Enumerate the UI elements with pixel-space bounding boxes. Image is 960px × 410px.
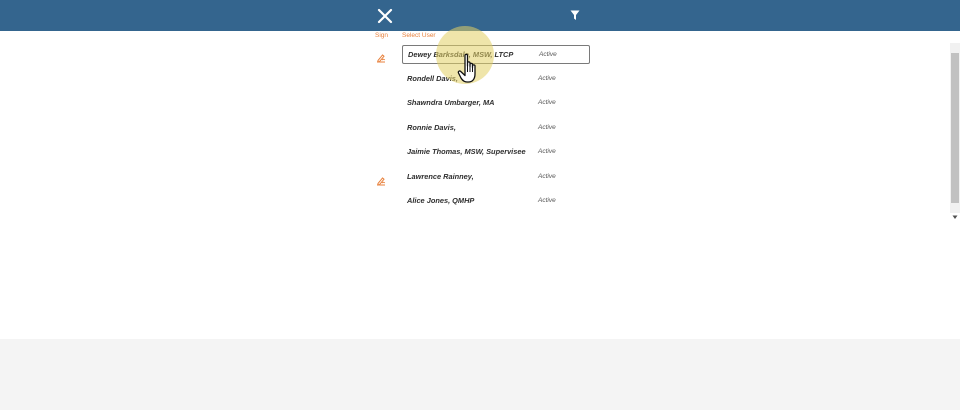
user-status: Active [538,148,556,155]
user-status: Active [539,51,557,58]
user-status: Active [538,197,556,204]
user-list: Dewey Barksdale, MSW, LTCP Active Rondel… [0,43,950,213]
user-name: Jaimie Thomas, MSW, Supervisee [407,147,526,156]
user-status: Active [538,172,556,180]
scroll-thumb[interactable] [951,53,959,203]
footer-area [0,339,960,410]
signature-icon [376,50,386,63]
user-name: Shawndra Umbarger, MA [407,98,495,107]
user-row[interactable]: Rondell Davis, Active [402,70,590,89]
user-row[interactable]: Ronnie Davis, Active [402,119,590,138]
user-row[interactable]: Shawndra Umbarger, MA Active [402,94,590,113]
user-name: Dewey Barksdale, MSW, LTCP [408,50,514,59]
user-name: Ronnie Davis, [407,122,456,132]
user-name: Alice Jones, QMHP [407,196,475,205]
user-row[interactable]: Dewey Barksdale, MSW, LTCP Active [402,45,590,64]
scrollbar[interactable] [950,43,960,219]
user-status: Active [538,123,556,131]
user-row[interactable]: Jaimie Thomas, MSW, Supervisee Active [402,143,590,162]
user-status: Active [538,74,556,82]
signature-icon [376,173,386,186]
user-name: Rondell Davis, [407,73,458,83]
user-row[interactable]: Alice Jones, QMHP Active [402,192,590,211]
user-status: Active [538,99,556,106]
sign-column-header: Sign [375,32,389,39]
user-name: Lawrence Rainney, [407,171,474,181]
select-user-column-header: Select User [402,32,436,39]
scroll-up-arrow-icon[interactable] [952,44,958,57]
close-icon[interactable] [376,6,394,26]
user-row[interactable]: Lawrence Rainney, Active [402,168,590,187]
filter-icon[interactable] [568,9,582,23]
scroll-down-arrow-icon[interactable] [952,207,958,219]
top-bar [0,0,960,31]
